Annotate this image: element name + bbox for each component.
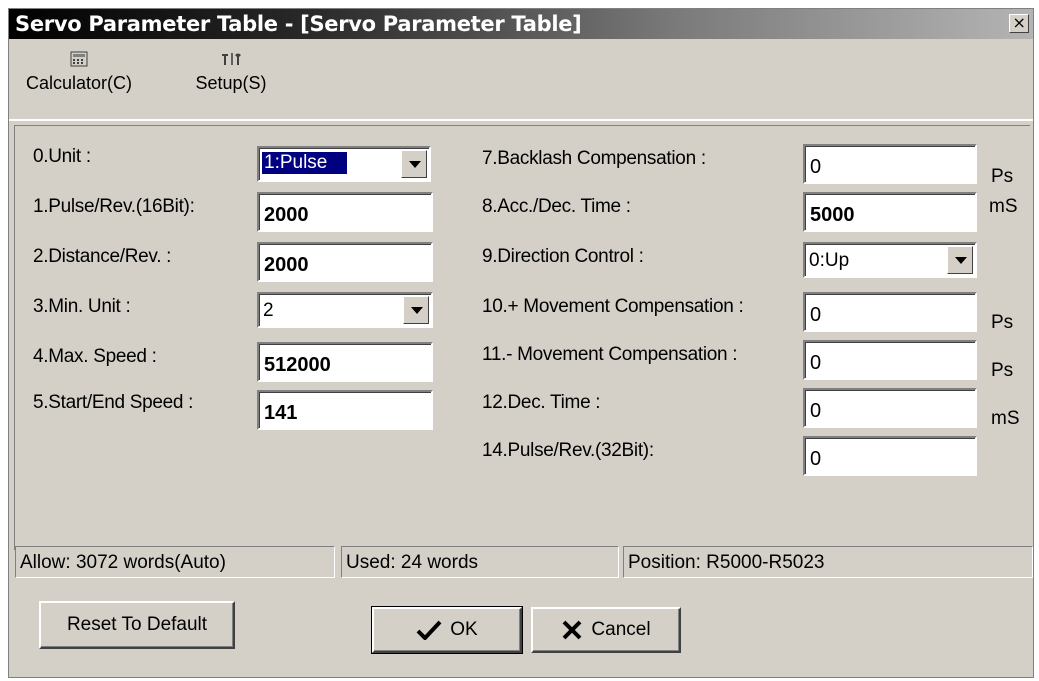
param-label-minus-movement: 11.- Movement Compensation : bbox=[482, 344, 738, 365]
ok-label: OK bbox=[450, 619, 478, 640]
calculator-icon bbox=[70, 51, 88, 67]
x-icon bbox=[563, 620, 582, 640]
param-label-pulse-rev-16: 1.Pulse/Rev.(16Bit): bbox=[33, 196, 195, 217]
chevron-down-icon[interactable] bbox=[403, 296, 429, 324]
param-label-direction: 9.Direction Control : bbox=[482, 246, 644, 267]
max-speed-input[interactable]: 512000 bbox=[257, 342, 433, 382]
plus-movement-input[interactable]: 0 bbox=[803, 292, 977, 332]
cancel-button[interactable]: Cancel bbox=[531, 607, 681, 653]
unit-label: Ps bbox=[991, 360, 1014, 381]
cancel-label: Cancel bbox=[591, 619, 651, 640]
unit-select-value: 1:Pulse bbox=[260, 151, 349, 175]
direction-select[interactable]: 0:Up bbox=[803, 242, 977, 278]
status-position: Position: R5000-R5023 bbox=[623, 546, 1033, 578]
reset-default-label: Reset To Default bbox=[66, 614, 208, 635]
distance-rev-input[interactable]: 2000 bbox=[257, 242, 433, 282]
calculator-button[interactable]: Calculator(C) bbox=[19, 51, 139, 94]
chevron-down-icon[interactable] bbox=[947, 246, 973, 274]
param-label-max-speed: 4.Max. Speed : bbox=[33, 346, 157, 367]
unit-select[interactable]: 1:Pulse bbox=[257, 146, 431, 182]
checkmark-icon bbox=[416, 620, 442, 640]
status-allow: Allow: 3072 words(Auto) bbox=[15, 546, 335, 578]
chevron-down-icon[interactable] bbox=[401, 150, 427, 178]
unit-label: Ps bbox=[991, 312, 1014, 333]
param-label-backlash: 7.Backlash Compensation : bbox=[482, 148, 706, 169]
status-used: Used: 24 words bbox=[341, 546, 619, 578]
param-label-acc-dec: 8.Acc./Dec. Time : bbox=[482, 196, 631, 217]
reset-default-button[interactable]: Reset To Default bbox=[39, 601, 235, 649]
pulse-rev-32-input[interactable]: 0 bbox=[803, 436, 977, 476]
param-label-pulse-rev-32: 14.Pulse/Rev.(32Bit): bbox=[482, 440, 654, 461]
minus-movement-input[interactable]: 0 bbox=[803, 340, 977, 380]
param-label-dec-time: 12.Dec. Time : bbox=[482, 392, 601, 413]
close-button[interactable]: × bbox=[1009, 14, 1029, 33]
parameter-panel: 0.Unit : 1:Pulse 1.Pulse/Rev.(16Bit): 20… bbox=[14, 125, 1030, 550]
unit-label: mS bbox=[991, 408, 1020, 429]
unit-label: mS bbox=[989, 196, 1018, 217]
ok-button[interactable]: OK bbox=[371, 606, 523, 654]
toolbar: Calculator(C) Setup(S) bbox=[9, 39, 1033, 121]
param-label-unit: 0.Unit : bbox=[33, 146, 91, 167]
window-title: Servo Parameter Table - [Servo Parameter… bbox=[15, 12, 582, 36]
setup-label: Setup(S) bbox=[195, 73, 267, 93]
setup-button[interactable]: Setup(S) bbox=[181, 51, 281, 94]
start-end-speed-input[interactable]: 141 bbox=[257, 390, 433, 430]
param-label-min-unit: 3.Min. Unit : bbox=[33, 296, 131, 317]
tools-icon bbox=[222, 53, 241, 65]
param-label-distance-rev: 2.Distance/Rev. : bbox=[33, 246, 172, 267]
dec-time-input[interactable]: 0 bbox=[803, 388, 977, 428]
backlash-input[interactable]: 0 bbox=[803, 144, 977, 184]
acc-dec-time-input[interactable]: 5000 bbox=[803, 192, 977, 232]
param-label-start-end-speed: 5.Start/End Speed : bbox=[33, 392, 194, 413]
unit-label: Ps bbox=[991, 166, 1014, 187]
calculator-label: Calculator(C) bbox=[25, 73, 133, 93]
title-bar[interactable]: Servo Parameter Table - [Servo Parameter… bbox=[9, 9, 1033, 39]
min-unit-select-value: 2 bbox=[263, 300, 274, 321]
dialog-window: Servo Parameter Table - [Servo Parameter… bbox=[8, 8, 1034, 678]
min-unit-select[interactable]: 2 bbox=[257, 292, 433, 328]
pulse-rev-16-input[interactable]: 2000 bbox=[257, 192, 433, 232]
param-label-plus-movement: 10.+ Movement Compensation : bbox=[482, 296, 744, 317]
direction-select-value: 0:Up bbox=[809, 250, 850, 271]
